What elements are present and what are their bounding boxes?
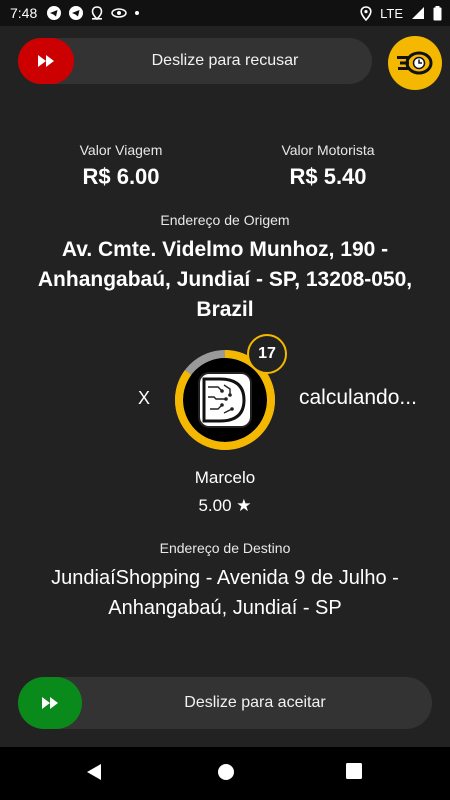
telegram-icon bbox=[47, 6, 62, 20]
origin-label: Endereço de Origem bbox=[160, 212, 290, 228]
home-icon[interactable] bbox=[217, 763, 235, 781]
passenger-rating: 5.00 ★ bbox=[198, 496, 252, 515]
decline-slider-label: Deslize para recusar bbox=[151, 52, 299, 69]
signal-icon bbox=[412, 7, 424, 19]
accept-slider-label: Deslize para aceitar bbox=[184, 694, 326, 711]
battery-icon bbox=[433, 5, 442, 20]
passenger-name: Marcelo bbox=[194, 468, 256, 487]
app-logo-button[interactable] bbox=[388, 36, 442, 90]
trip-value-amount: R$ 6.00 bbox=[82, 164, 160, 189]
recents-icon[interactable] bbox=[346, 763, 362, 779]
dot-icon bbox=[135, 11, 140, 15]
accept-slider[interactable]: Deslize para aceitar bbox=[18, 677, 432, 729]
driver-value-label: Valor Motorista bbox=[281, 142, 375, 158]
destination-label: Endereço de Destino bbox=[159, 540, 291, 556]
driver-value-block: Valor Motorista R$ 5.40 bbox=[228, 142, 428, 190]
back-icon[interactable] bbox=[86, 763, 102, 781]
navigation-bar bbox=[0, 747, 450, 800]
status-time: 7:48 bbox=[10, 5, 38, 21]
speed-clock-logo-icon bbox=[397, 51, 433, 75]
countdown-badge: 17 bbox=[247, 334, 287, 374]
x-mark: X bbox=[138, 388, 151, 408]
origin-address: Av. Cmte. Videlmo Munhoz, 190 - Anhangab… bbox=[37, 238, 413, 321]
trip-value-label: Valor Viagem bbox=[79, 142, 163, 158]
location-icon bbox=[360, 5, 372, 21]
driver-value-amount: R$ 5.40 bbox=[289, 164, 367, 189]
destination-address: JundiaíShopping - Avenida 9 de Julho - A… bbox=[51, 567, 399, 619]
trip-value-block: Valor Viagem R$ 6.00 bbox=[21, 142, 221, 190]
decline-slider[interactable]: Deslize para recusar bbox=[18, 38, 372, 84]
status-bar: 7:48 LTE bbox=[0, 0, 450, 26]
network-type: LTE bbox=[380, 5, 403, 21]
eye-icon bbox=[111, 8, 127, 18]
telegram-icon bbox=[69, 6, 84, 20]
location-pin-icon bbox=[91, 6, 103, 20]
distance-calculating-text: calculando... bbox=[299, 386, 417, 409]
system-status-icons: LTE bbox=[360, 0, 442, 26]
notification-icons bbox=[47, 6, 140, 20]
fare-values: Valor Viagem R$ 6.00 Valor Motorista R$ … bbox=[0, 142, 450, 202]
